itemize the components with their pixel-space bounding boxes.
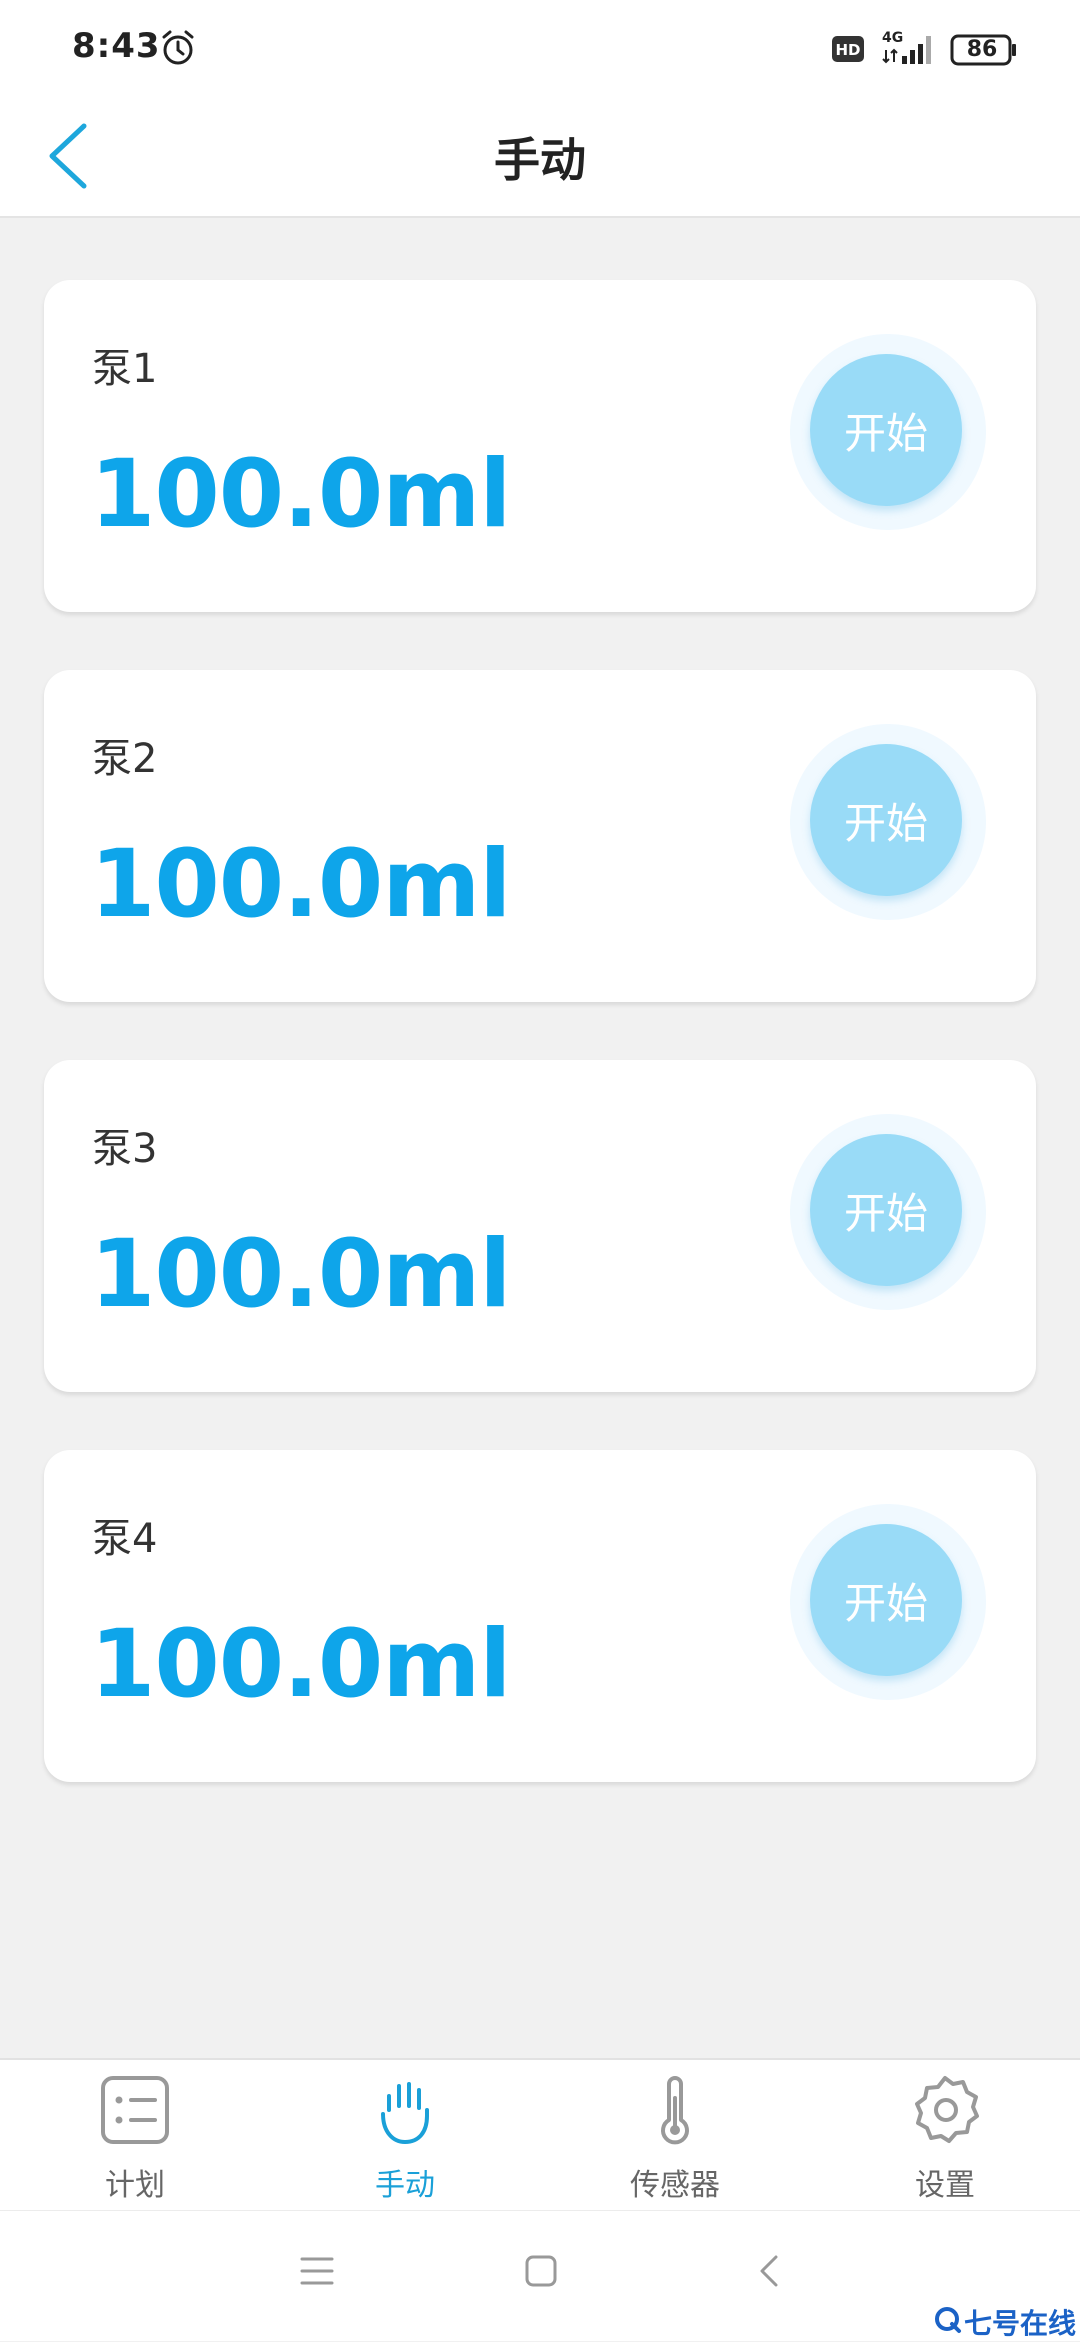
- pump-volume: 100.0ml: [90, 1220, 511, 1329]
- nav-item-manual[interactable]: 手动: [270, 2060, 540, 2212]
- menu-icon[interactable]: [300, 2251, 334, 2291]
- system-nav-bar: [0, 2210, 1080, 2341]
- nav-label: 计划: [105, 2168, 165, 2203]
- pump-volume: 100.0ml: [90, 830, 511, 939]
- start-button[interactable]: 开始: [810, 744, 962, 896]
- watermark-text: 七号在线: [964, 2307, 1077, 2340]
- start-button[interactable]: 开始: [810, 354, 962, 506]
- hd-icon: HD: [832, 36, 864, 62]
- app-header: 手动: [0, 96, 1080, 218]
- status-bar: 8:43 HD 4G 86: [0, 0, 1080, 96]
- battery-level: 86: [966, 37, 998, 62]
- nav-label: 传感器: [630, 2168, 720, 2203]
- status-time: 8:43: [72, 26, 161, 66]
- pump-volume: 100.0ml: [90, 1610, 511, 1719]
- page-title: 手动: [494, 133, 586, 187]
- pump-card-4: 泵4 100.0ml 开始: [44, 1450, 1036, 1782]
- pump-name: 泵2: [92, 736, 158, 782]
- start-button[interactable]: 开始: [810, 1524, 962, 1676]
- nav-label: 手动: [375, 2168, 435, 2203]
- list-icon: [101, 2076, 169, 2144]
- nav-item-plan[interactable]: 计划: [0, 2060, 270, 2212]
- nav-item-settings[interactable]: 设置: [810, 2060, 1080, 2212]
- svg-text:HD: HD: [835, 41, 860, 59]
- back-icon[interactable]: [754, 2251, 784, 2291]
- pump-card-3: 泵3 100.0ml 开始: [44, 1060, 1036, 1392]
- pump-name: 泵1: [92, 346, 158, 392]
- nav-item-sensor[interactable]: 传感器: [540, 2060, 810, 2212]
- bottom-nav: 计划 手动 传感器 设置: [0, 2058, 1080, 2212]
- pump-card-1: 泵1 100.0ml 开始: [44, 280, 1036, 612]
- signal-icon: 4G: [882, 30, 931, 64]
- hand-icon: [381, 2082, 429, 2145]
- pump-name: 泵4: [92, 1516, 158, 1562]
- pump-card-2: 泵2 100.0ml 开始: [44, 670, 1036, 1002]
- pump-volume: 100.0ml: [90, 440, 511, 549]
- watermark-logo-icon: [935, 2307, 961, 2333]
- alarm-icon: [162, 30, 194, 65]
- gear-icon: [915, 2076, 979, 2143]
- home-icon[interactable]: [524, 2251, 558, 2291]
- thermometer-icon: [661, 2076, 689, 2145]
- start-button[interactable]: 开始: [810, 1134, 962, 1286]
- network-label: 4G: [882, 30, 903, 46]
- nav-label: 设置: [915, 2168, 975, 2203]
- pump-name: 泵3: [92, 1126, 158, 1172]
